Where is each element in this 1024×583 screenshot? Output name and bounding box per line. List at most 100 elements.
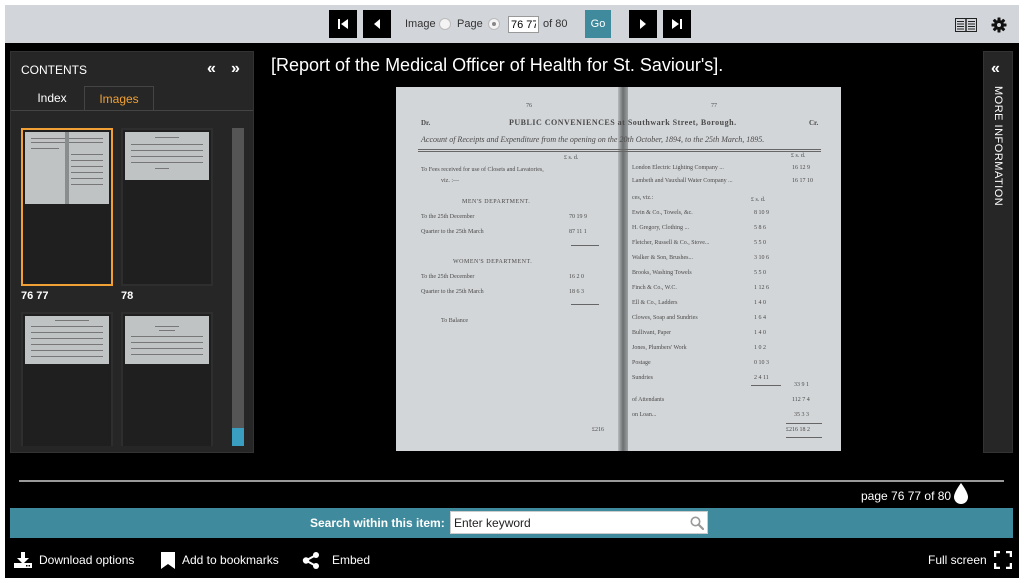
thumbnail-label: 78 [121, 290, 134, 302]
page-number-right: 77 [711, 103, 717, 109]
full-screen-label: Full screen [928, 553, 987, 567]
full-screen-button[interactable]: Full screen [928, 551, 1012, 569]
thumbnail-76-77[interactable] [21, 128, 113, 286]
previous-page-button[interactable] [363, 10, 391, 38]
contents-title: CONTENTS [21, 63, 87, 77]
scan-value: 8 10 9 [754, 210, 769, 216]
page-number-input[interactable] [508, 16, 539, 33]
scan-value: 16 17 10 [792, 178, 813, 184]
thumbnail-80[interactable] [121, 312, 213, 446]
expand-right-icon[interactable]: » [231, 60, 240, 78]
scan-value: 70 19 9 [569, 214, 587, 220]
scan-value: 1 0 2 [754, 345, 766, 351]
scan-line: ces, viz.: [632, 195, 654, 201]
debit-label: Dr. [421, 119, 431, 127]
scan-line: Lambeth and Vauxhall Water Company ... [632, 178, 733, 184]
scan-line: To the 25th December [421, 214, 475, 220]
last-page-icon [672, 19, 682, 29]
search-label: Search within this item: [310, 516, 445, 530]
scan-value: 1 12 6 [754, 285, 769, 291]
scan-line: To Balance [441, 318, 469, 324]
scan-line: Quarter to the 25th March [421, 289, 484, 295]
tab-divider [11, 110, 253, 111]
scan-line: Jones, Plumbers' Work [632, 345, 687, 351]
tab-index[interactable]: Index [21, 86, 83, 110]
first-page-button[interactable] [329, 10, 357, 38]
download-options-label: Download options [39, 553, 135, 567]
scrollbar-thumb[interactable] [232, 428, 244, 446]
thumbnail-grid: 76 77 78 [21, 128, 217, 446]
next-page-icon [640, 19, 646, 29]
download-icon [14, 552, 32, 568]
scan-line: Walker & Son, Brushes... [632, 255, 694, 261]
scan-value: 5 5 0 [754, 240, 766, 246]
viewer-main: CONTENTS « » Index Images 76 77 78 [Repo… [5, 43, 1019, 578]
scan-line: London Electric Lighting Company ... [632, 165, 724, 171]
page-slider-track[interactable] [19, 480, 1004, 482]
scan-value: 3 10 6 [754, 255, 769, 261]
go-button[interactable]: Go [585, 10, 611, 38]
next-page-button[interactable] [629, 10, 657, 38]
thumbnail-78[interactable] [121, 128, 213, 286]
first-page-icon [338, 19, 348, 29]
scan-line: Ewin & Co., Towels, &c. [632, 210, 693, 216]
scan-value: 87 11 1 [569, 229, 587, 235]
fullscreen-icon [993, 551, 1012, 569]
scan-line: To Fees received for use of Closets and … [421, 167, 544, 173]
add-to-bookmarks-button[interactable]: Add to bookmarks [161, 551, 279, 569]
embed-button[interactable]: Embed [302, 551, 370, 569]
scan-line: Sundries [632, 375, 653, 381]
scan-value: 1 4 0 [754, 330, 766, 336]
add-to-bookmarks-label: Add to bookmarks [182, 553, 279, 567]
more-information-label: MORE INFORMATION [992, 86, 1004, 207]
scan-value: 5 5 0 [754, 270, 766, 276]
image-mode-label: Image [405, 18, 436, 30]
more-information-panel[interactable]: « MORE INFORMATION [983, 51, 1013, 453]
search-bar: Search within this item: [10, 508, 1013, 538]
collapse-left-icon[interactable]: « [207, 60, 216, 78]
search-icon[interactable] [690, 516, 704, 530]
contents-panel: CONTENTS « » Index Images 76 77 78 [10, 51, 254, 453]
thumbnail-scrollbar[interactable] [232, 128, 244, 446]
top-toolbar: Image Page of 80 Go [5, 5, 1019, 43]
page-count-label: of 80 [543, 18, 568, 30]
image-mode-radio[interactable] [439, 18, 451, 30]
scan-value: 1 6 4 [754, 315, 766, 321]
last-page-button[interactable] [663, 10, 691, 38]
document-page-image[interactable]: 76 77 Dr. PUBLIC CONVENIENCES at Southwa… [396, 87, 841, 451]
scan-line: Postage [632, 360, 651, 366]
scan-line: Bullivant, Paper [632, 330, 671, 336]
tab-images[interactable]: Images [84, 86, 154, 110]
scan-line: Quarter to the 25th March [421, 229, 484, 235]
scan-rule [786, 423, 822, 424]
lsd-header: £ s. d. [791, 153, 806, 159]
expand-more-info-icon[interactable]: « [991, 60, 1000, 78]
scan-rule [751, 385, 781, 386]
page-readout: page 76 77 of 80 [861, 489, 952, 503]
scan-value: 5 8 6 [754, 225, 766, 231]
scan-line: H. Gregory, Clothing ... [632, 225, 689, 231]
scan-value: 0 10 3 [754, 360, 769, 366]
scan-value: 16 2 0 [569, 274, 584, 280]
previous-page-icon [374, 19, 380, 29]
scan-line: Ell & Co., Ladders [632, 300, 678, 306]
scan-line: viz. :— [441, 178, 459, 184]
scan-line: Clowes, Soap and Sundries [632, 315, 698, 321]
scan-line: Finch & Co., W.C. [632, 285, 677, 291]
scan-total: 112 7 4 [792, 397, 810, 403]
slider-handle-icon[interactable] [953, 483, 969, 505]
page-mode-radio[interactable] [488, 18, 500, 30]
scan-total: 35 3 3 [794, 412, 809, 418]
page-mode-label: Page [457, 18, 483, 30]
thumbnail-label: 76 77 [21, 290, 49, 302]
search-input[interactable] [450, 511, 708, 534]
lsd-header: £ s. d. [751, 197, 766, 203]
book-view-icon[interactable] [955, 18, 977, 32]
scan-value: 16 12 9 [792, 165, 810, 171]
embed-label: Embed [332, 553, 371, 567]
thumbnail-79[interactable] [21, 312, 113, 446]
gear-icon[interactable] [991, 17, 1007, 33]
download-options-button[interactable]: Download options [14, 551, 134, 569]
scan-value: 18 6 3 [569, 289, 584, 295]
scan-line: of Attendants [632, 397, 665, 403]
